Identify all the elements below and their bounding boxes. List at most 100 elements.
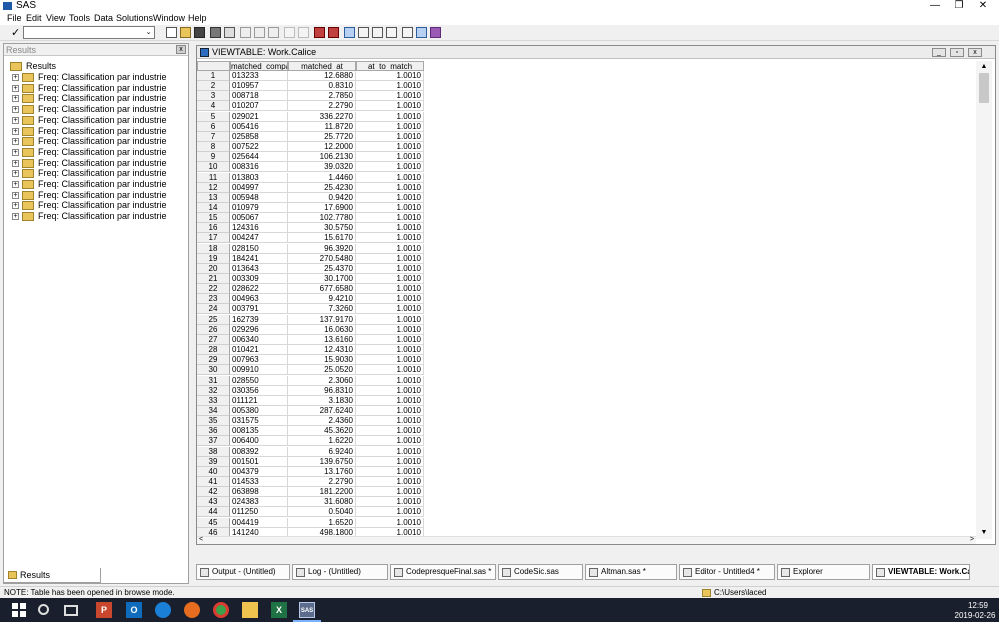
save-icon[interactable]	[194, 27, 205, 38]
cell-at-to-match[interactable]: 1.0010	[356, 446, 424, 457]
cell-matched-at[interactable]: 25.4370	[288, 263, 356, 274]
cell-matched-at[interactable]: 2.2790	[288, 101, 356, 112]
tab-results[interactable]: Results	[3, 568, 101, 583]
cell-at-to-match[interactable]: 1.0010	[356, 385, 424, 396]
cell-matched-company[interactable]: 029021	[230, 111, 288, 122]
cell-matched-company[interactable]: 005067	[230, 213, 288, 224]
table-row[interactable]: 35 031575 2.4360 1.0010	[197, 416, 427, 427]
cell-at-to-match[interactable]: 1.0010	[356, 345, 424, 356]
viewtable-minimize-button[interactable]: _	[932, 48, 946, 57]
table-row[interactable]: 40 004379 13.1760 1.0010	[197, 466, 427, 477]
table-row[interactable]: 28 010421 12.4310 1.0010	[197, 345, 427, 356]
table-view-icon[interactable]	[344, 27, 355, 38]
menu-tools[interactable]: Tools	[69, 12, 90, 25]
cell-matched-at[interactable]: 677.6580	[288, 284, 356, 295]
expand-icon[interactable]: +	[12, 170, 19, 178]
cell-matched-company[interactable]: 024383	[230, 497, 288, 508]
cell-matched-company[interactable]: 014533	[230, 477, 288, 487]
cell-at-to-match[interactable]: 1.0010	[356, 152, 424, 163]
cell-matched-company[interactable]: 007522	[230, 142, 288, 153]
cell-at-to-match[interactable]: 1.0010	[356, 182, 424, 193]
cell-matched-company[interactable]: 028550	[230, 375, 288, 386]
cell-matched-company[interactable]: 162739	[230, 314, 288, 325]
powerpoint-icon[interactable]: P	[96, 602, 112, 618]
cell-at-to-match[interactable]: 1.0010	[356, 304, 424, 315]
cell-matched-at[interactable]: 102.7780	[288, 213, 356, 224]
column-header-at-to-match[interactable]: at_to_match	[356, 61, 424, 71]
table-row[interactable]: 33 011121 3.1830 1.0010	[197, 395, 427, 406]
cell-matched-at[interactable]: 287.6240	[288, 405, 356, 416]
cell-matched-company[interactable]: 010979	[230, 202, 288, 213]
cell-matched-at[interactable]: 2.7850	[288, 91, 356, 102]
sort-descending-icon[interactable]	[328, 27, 339, 38]
cell-matched-company[interactable]: 031575	[230, 416, 288, 427]
copy-icon[interactable]	[254, 27, 265, 38]
outlook-icon[interactable]: O	[126, 602, 142, 618]
expand-icon[interactable]: +	[12, 148, 19, 156]
cell-matched-company[interactable]: 063898	[230, 487, 288, 498]
cell-matched-at[interactable]: 3.1830	[288, 395, 356, 406]
cell-at-to-match[interactable]: 1.0010	[356, 456, 424, 467]
cell-at-to-match[interactable]: 1.0010	[356, 274, 424, 284]
cell-matched-at[interactable]: 11.8720	[288, 121, 356, 132]
table-row[interactable]: 31 028550 2.3060 1.0010	[197, 375, 427, 386]
cell-matched-at[interactable]: 137.9170	[288, 314, 356, 325]
cell-matched-at[interactable]: 2.4360	[288, 416, 356, 427]
cell-at-to-match[interactable]: 1.0010	[356, 375, 424, 386]
expand-icon[interactable]: +	[12, 84, 19, 92]
print-preview-icon[interactable]	[224, 27, 235, 38]
cell-at-to-match[interactable]: 1.0010	[356, 324, 424, 335]
cell-matched-at[interactable]: 15.6170	[288, 233, 356, 244]
menu-data[interactable]: Data	[94, 12, 113, 25]
cell-matched-at[interactable]: 139.6750	[288, 456, 356, 467]
table-row[interactable]: 17 004247 15.6170 1.0010	[197, 233, 427, 244]
sort-ascending-icon[interactable]	[314, 27, 325, 38]
new-file-icon[interactable]	[166, 27, 177, 38]
window-tab[interactable]: VIEWTABLE: Work.Call...	[872, 564, 970, 580]
table-row[interactable]: 32 030356 96.8310 1.0010	[197, 385, 427, 396]
menu-window[interactable]: Window	[153, 12, 185, 25]
table-row[interactable]: 15 005067 102.7780 1.0010	[197, 213, 427, 224]
expand-icon[interactable]: +	[12, 191, 19, 199]
cell-matched-at[interactable]: 6.9240	[288, 446, 356, 457]
cell-at-to-match[interactable]: 1.0010	[356, 466, 424, 477]
cell-at-to-match[interactable]: 1.0010	[356, 507, 424, 518]
cell-at-to-match[interactable]: 1.0010	[356, 426, 424, 437]
table-row[interactable]: 14 010979 17.6900 1.0010	[197, 202, 427, 213]
cell-matched-company[interactable]: 005948	[230, 192, 288, 203]
search-icon[interactable]	[38, 604, 49, 615]
table-row[interactable]: 3 008718 2.7850 1.0010	[197, 91, 427, 102]
table-row[interactable]: 37 006400 1.6220 1.0010	[197, 436, 427, 447]
cell-matched-at[interactable]: 45.3620	[288, 426, 356, 437]
menu-edit[interactable]: Edit	[26, 12, 42, 25]
cell-matched-company[interactable]: 011250	[230, 507, 288, 518]
window-tab[interactable]: Log - (Untitled)	[292, 564, 388, 580]
column-header-matched-at[interactable]: matched_at	[288, 61, 356, 71]
table-row[interactable]: 4 010207 2.2790 1.0010	[197, 101, 427, 112]
cell-matched-company[interactable]: 010421	[230, 345, 288, 356]
cell-matched-company[interactable]: 025644	[230, 152, 288, 163]
table-row[interactable]: 29 007963 15.9030 1.0010	[197, 355, 427, 366]
window-tab[interactable]: Explorer	[777, 564, 870, 580]
cell-matched-at[interactable]: 0.9420	[288, 192, 356, 203]
expand-icon[interactable]: +	[12, 95, 19, 103]
sas-taskbar-icon[interactable]: SAS	[299, 602, 315, 618]
cell-at-to-match[interactable]: 1.0010	[356, 91, 424, 102]
expand-icon[interactable]: +	[12, 106, 19, 114]
clock-time[interactable]: 12:59	[958, 601, 998, 610]
cell-at-to-match[interactable]: 1.0010	[356, 436, 424, 447]
cell-at-to-match[interactable]: 1.0010	[356, 263, 424, 274]
cell-at-to-match[interactable]: 1.0010	[356, 142, 424, 153]
undo-icon[interactable]	[284, 27, 295, 38]
cell-matched-company[interactable]: 028622	[230, 284, 288, 295]
cell-at-to-match[interactable]: 1.0010	[356, 192, 424, 203]
cell-at-to-match[interactable]: 1.0010	[356, 334, 424, 345]
cell-at-to-match[interactable]: 1.0010	[356, 487, 424, 498]
chrome-icon[interactable]	[213, 602, 229, 618]
scroll-up-icon[interactable]: ▲	[976, 61, 992, 73]
table-row[interactable]: 23 004963 9.4210 1.0010	[197, 294, 427, 305]
table-row[interactable]: 18 028150 96.3920 1.0010	[197, 243, 427, 254]
cell-matched-company[interactable]: 028150	[230, 243, 288, 254]
table-row[interactable]: 36 008135 45.3620 1.0010	[197, 426, 427, 437]
cell-matched-at[interactable]: 7.3260	[288, 304, 356, 315]
